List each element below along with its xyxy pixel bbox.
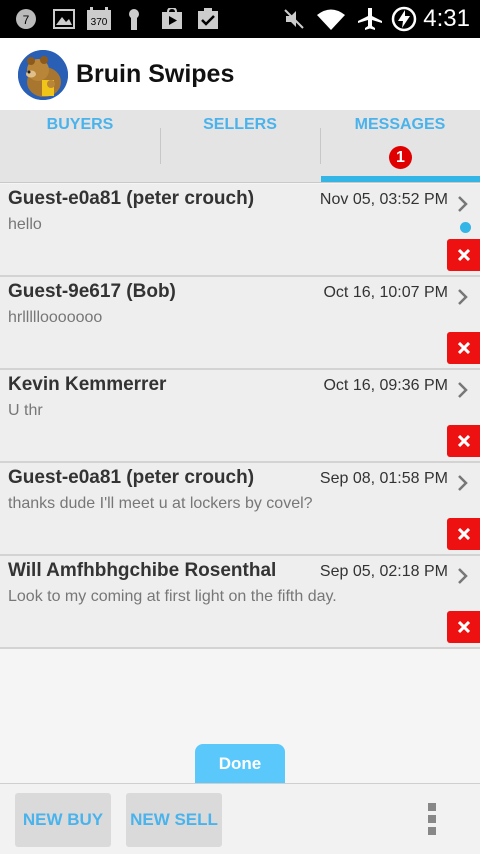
tab-buyers[interactable]: BUYERS [0, 110, 160, 183]
message-sender: Kevin Kemmerrer [8, 374, 167, 395]
tab-divider [160, 128, 161, 164]
close-icon [457, 528, 470, 540]
chevron-right-icon [458, 568, 468, 584]
chevron-right-icon [458, 382, 468, 398]
delete-button[interactable] [447, 611, 480, 643]
delete-button[interactable] [447, 332, 480, 364]
tab-bar: BUYERS SELLERS MESSAGES [0, 110, 480, 183]
close-icon [457, 435, 470, 447]
message-preview: U thr [8, 402, 43, 419]
airplane-mode-icon [356, 8, 384, 30]
chevron-right-icon [458, 289, 468, 305]
message-timestamp: Oct 16, 10:07 PM [323, 284, 448, 301]
message-timestamp: Sep 05, 02:18 PM [319, 563, 448, 580]
message-row[interactable]: Will Amfhbhgchibe Rosenthal Sep 05, 02:1… [0, 556, 480, 649]
message-row[interactable]: Guest-e0a81 (peter crouch) Nov 05, 03:52… [0, 184, 480, 277]
new-buy-button[interactable]: NEW BUY [15, 793, 111, 847]
unread-dot [460, 222, 471, 233]
chevron-right-icon [458, 196, 468, 212]
message-sender: Will Amfhbhgchibe Rosenthal [8, 560, 277, 581]
message-list: Guest-e0a81 (peter crouch) Nov 05, 03:52… [0, 184, 480, 649]
message-preview: hello [8, 216, 42, 233]
active-tab-indicator [321, 176, 480, 182]
delete-button[interactable] [447, 518, 480, 550]
message-preview: hrlllllooooooo [8, 309, 103, 326]
message-preview: thanks dude I'll meet u at lockers by co… [8, 495, 313, 512]
message-row[interactable]: Kevin Kemmerrer Oct 16, 09:36 PM U thr [0, 370, 480, 463]
notification-count-icon: 7 [14, 8, 38, 30]
close-icon [457, 249, 470, 261]
message-preview: Look to my coming at first light on the … [8, 588, 337, 605]
app-logo [18, 50, 68, 100]
message-timestamp: Oct 16, 09:36 PM [323, 377, 448, 394]
status-time: 4:31 [423, 5, 470, 32]
message-row[interactable]: Guest-e0a81 (peter crouch) Sep 08, 01:58… [0, 463, 480, 556]
chevron-right-icon [458, 475, 468, 491]
tab-messages-label: MESSAGES [354, 116, 446, 133]
tab-buyers-label: BUYERS [46, 116, 114, 133]
message-sender: Guest-9e617 (Bob) [8, 281, 176, 302]
delete-button[interactable] [447, 239, 480, 271]
messages-unread-badge: 1 [389, 146, 412, 169]
mute-icon [282, 8, 306, 30]
clipboard-check-icon [196, 8, 220, 30]
tab-divider [320, 128, 321, 164]
battery-charging-icon [390, 6, 418, 32]
play-store-icon [160, 8, 184, 30]
calendar-count-icon: 370 [86, 7, 112, 30]
action-bar: Bruin Swipes [0, 38, 480, 110]
bottom-action-bar: NEW BUY NEW SELL [0, 783, 480, 854]
close-icon [457, 621, 470, 633]
tab-sellers[interactable]: SELLERS [160, 110, 320, 183]
new-sell-button[interactable]: NEW SELL [126, 793, 222, 847]
status-bar: 7 370 4:31 [0, 0, 480, 38]
message-row[interactable]: Guest-9e617 (Bob) Oct 16, 10:07 PM hrlll… [0, 277, 480, 370]
keyhole-icon [126, 8, 142, 30]
image-icon [52, 8, 76, 30]
app-title: Bruin Swipes [76, 60, 235, 88]
delete-button[interactable] [447, 425, 480, 457]
svg-text:7: 7 [23, 13, 30, 27]
message-sender: Guest-e0a81 (peter crouch) [8, 188, 255, 209]
done-button[interactable]: Done [195, 744, 285, 784]
overflow-menu-icon[interactable] [428, 803, 438, 835]
wifi-icon [316, 8, 346, 30]
tab-sellers-label: SELLERS [203, 116, 277, 133]
svg-text:370: 370 [91, 17, 108, 28]
message-timestamp: Sep 08, 01:58 PM [319, 470, 448, 487]
message-timestamp: Nov 05, 03:52 PM [319, 191, 448, 208]
close-icon [457, 342, 470, 354]
message-sender: Guest-e0a81 (peter crouch) [8, 467, 255, 488]
